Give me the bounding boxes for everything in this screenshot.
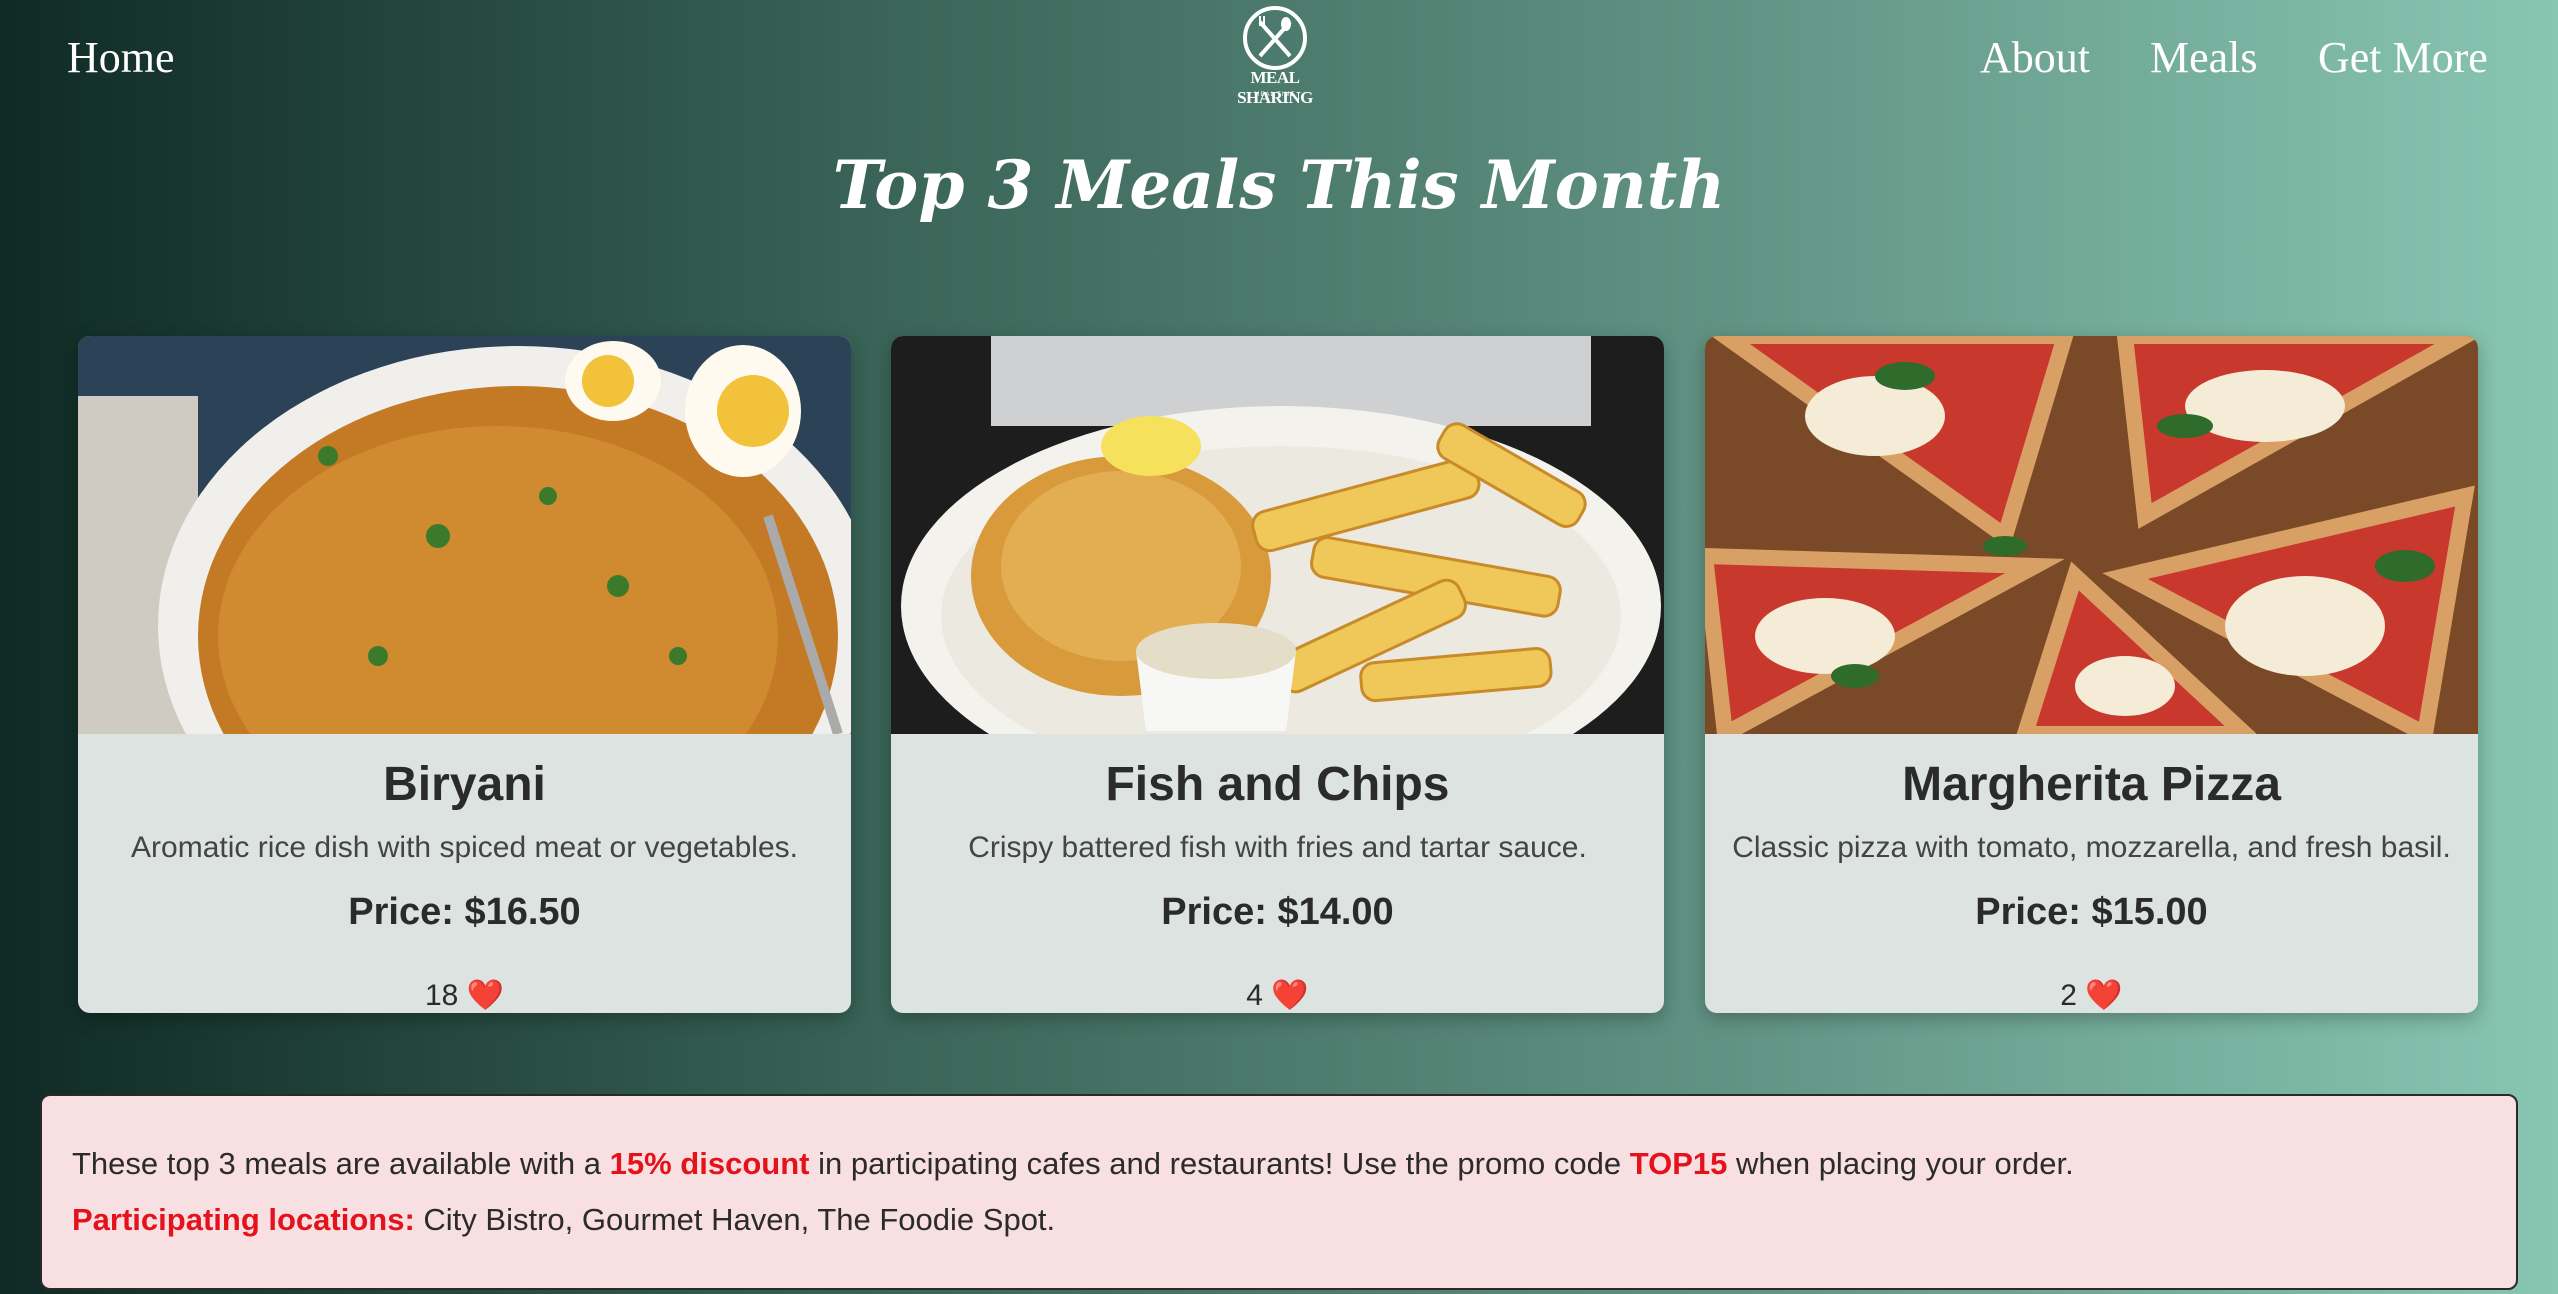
meal-sharing-logo[interactable]: MEAL SHARING MEAL TIME — [1220, 4, 1330, 107]
promo-banner: These top 3 meals are available with a 1… — [40, 1094, 2518, 1290]
promo-text: These top 3 meals are available with a — [72, 1146, 610, 1181]
fish-and-chips-image — [891, 336, 1664, 734]
like-counter[interactable]: 18 ❤️ — [78, 976, 851, 1013]
nav-get-more-link[interactable]: Get More — [2318, 30, 2488, 86]
meal-description: Crispy battered fish with fries and tart… — [968, 831, 1587, 864]
logo-subtext: MEAL TIME — [1254, 92, 1296, 98]
meal-price: Price: $16.50 — [348, 891, 581, 933]
heart-icon[interactable]: ❤️ — [467, 979, 504, 1012]
heart-icon[interactable]: ❤️ — [1271, 979, 1308, 1012]
like-counter[interactable]: 2 ❤️ — [1705, 976, 2478, 1013]
meal-description: Aromatic rice dish with spiced meat or v… — [131, 831, 798, 864]
biryani-image — [78, 336, 851, 734]
meal-price: Price: $14.00 — [1161, 891, 1394, 933]
fork-spoon-icon — [1243, 6, 1307, 70]
meal-card[interactable]: Fish and Chips Crispy battered fish with… — [891, 336, 1664, 1013]
nav-home-link[interactable]: Home — [67, 30, 175, 86]
meal-description: Classic pizza with tomato, mozzarella, a… — [1732, 831, 2451, 864]
discount-highlight: 15% discount — [609, 1146, 810, 1181]
promo-code: TOP15 — [1629, 1146, 1728, 1181]
meal-name: Biryani — [383, 758, 546, 811]
nav-meals-link[interactable]: Meals — [2150, 30, 2258, 86]
promo-line-locations: Participating locations: City Bistro, Go… — [72, 1192, 2486, 1248]
logo-text: MEAL SHARING — [1237, 68, 1313, 107]
like-count: 18 — [424, 979, 459, 1012]
nav-about-link[interactable]: About — [1980, 30, 2090, 86]
promo-line-discount: These top 3 meals are available with a 1… — [72, 1136, 2486, 1192]
heart-icon[interactable]: ❤️ — [2085, 979, 2122, 1012]
meal-card[interactable]: Biryani Aromatic rice dish with spiced m… — [78, 336, 851, 1013]
locations-list: City Bistro, Gourmet Haven, The Foodie S… — [414, 1202, 1056, 1237]
meal-card[interactable]: Margherita Pizza Classic pizza with toma… — [1705, 336, 2478, 1013]
like-count: 4 — [1246, 979, 1263, 1012]
pizza-image — [1705, 336, 2478, 734]
promo-text: in participating cafes and restaurants! … — [809, 1146, 1630, 1181]
promo-text: when placing your order. — [1727, 1146, 2074, 1181]
top-nav: Home MEAL SHARING MEAL TIME About Meals … — [0, 0, 2558, 120]
meal-name: Fish and Chips — [1105, 758, 1450, 811]
locations-label: Participating locations: — [72, 1202, 415, 1237]
like-counter[interactable]: 4 ❤️ — [891, 976, 1664, 1013]
meal-name: Margherita Pizza — [1902, 758, 2281, 811]
meal-price: Price: $15.00 — [1975, 891, 2208, 933]
page-title: Top 3 Meals This Month — [832, 146, 1726, 224]
like-count: 2 — [2060, 979, 2077, 1012]
